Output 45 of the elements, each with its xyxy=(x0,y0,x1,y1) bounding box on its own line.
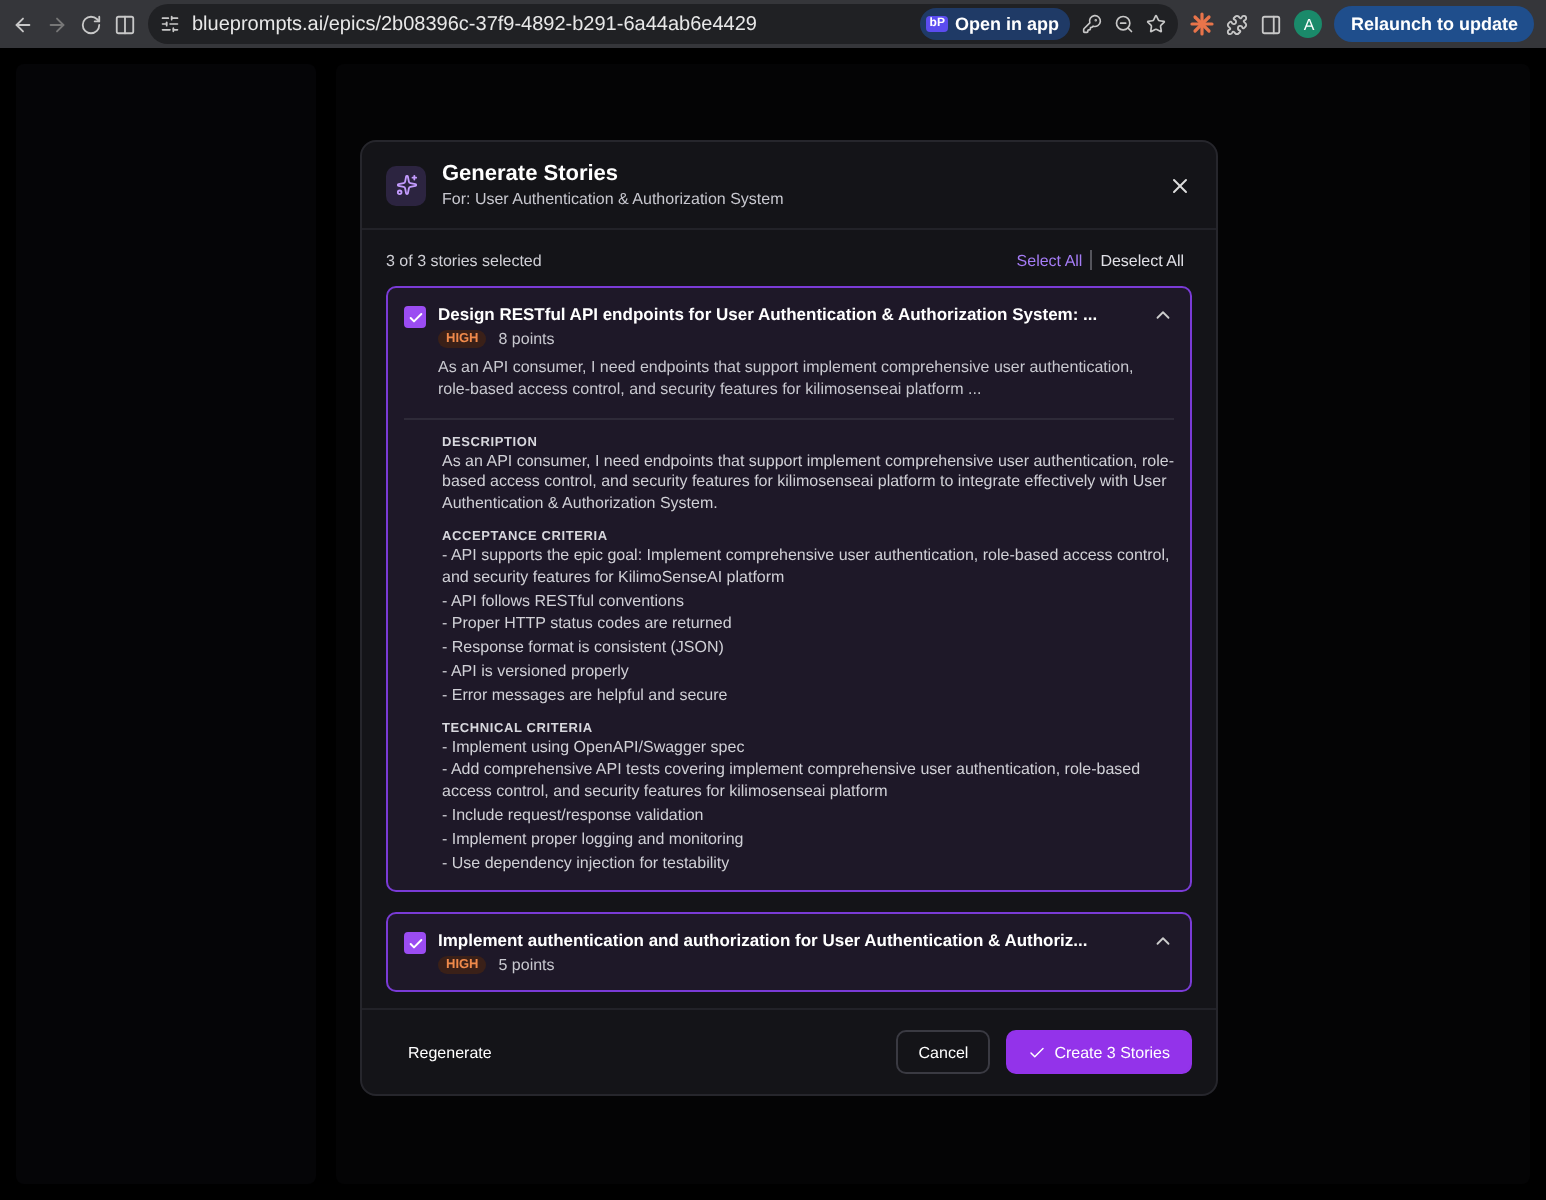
dialog-title: Generate Stories xyxy=(442,162,621,186)
forward-icon[interactable] xyxy=(46,13,68,35)
burst-icon[interactable] xyxy=(1190,12,1215,36)
side-panel-icon[interactable] xyxy=(1260,13,1283,35)
close-icon[interactable] xyxy=(1168,173,1192,197)
split-view-icon[interactable] xyxy=(114,13,136,35)
regenerate-button[interactable]: Regenerate xyxy=(386,1030,514,1075)
deselect-all-link[interactable]: Deselect All xyxy=(1092,251,1192,269)
create-stories-button[interactable]: Create 3 Stories xyxy=(1006,1030,1192,1075)
criteria-item: - Include request/response validation xyxy=(442,805,706,828)
selection-count: 3 of 3 stories selected xyxy=(386,251,544,269)
story-checkbox[interactable] xyxy=(404,306,426,328)
story-title: Implement authentication and authorization for User Authentication & Authoriz... xyxy=(438,930,1090,951)
dialog-subtitle: For: User Authentication & Authorization System xyxy=(442,190,786,208)
extensions-icon[interactable] xyxy=(1226,13,1249,35)
story-points: 5 points xyxy=(498,956,555,975)
check-icon xyxy=(407,309,423,325)
story-title: Design RESTful API endpoints for User Authentication & Authorization System: ... xyxy=(438,304,1100,324)
cancel-button[interactable]: Cancel xyxy=(896,1030,991,1075)
zoom-icon[interactable] xyxy=(1114,14,1135,34)
sparkles-icon xyxy=(386,165,426,205)
criteria-item: - Proper HTTP status codes are returned xyxy=(442,614,734,637)
story-checkbox[interactable] xyxy=(404,932,426,955)
site-settings-icon[interactable] xyxy=(160,14,180,34)
story-points: 8 points xyxy=(498,330,555,348)
description-text: As an API consumer, I need endpoints that support implement comprehensive user authentication, role-based access control, and security features for kilimosenseai platform to integrate effectively with User Authentication & Authorization System. xyxy=(442,451,1174,516)
profile-avatar[interactable]: A xyxy=(1294,10,1323,38)
key-icon[interactable] xyxy=(1082,14,1103,34)
criteria-item: - API is versioned properly xyxy=(442,661,631,684)
criteria-item: - API supports the epic goal: Implement comprehensive user authentication, role-based access control, and security features for KilimoSenseAI platform xyxy=(442,545,1172,590)
criteria-item: - Implement proper logging and monitoring xyxy=(442,829,746,852)
relaunch-button[interactable]: Relaunch to update xyxy=(1334,6,1534,42)
back-icon[interactable] xyxy=(12,13,34,35)
criteria-item: - API follows RESTful conventions xyxy=(442,591,686,613)
check-icon xyxy=(407,935,423,952)
check-icon xyxy=(1028,1043,1047,1062)
criteria-item: - Error messages are helpful and secure xyxy=(442,685,730,708)
criteria-item: - Response format is consistent (JSON) xyxy=(442,638,726,660)
criteria-item: - Add comprehensive API tests covering implement comprehensive user authentication, role-based access control, and security features for kilimosenseai platform xyxy=(442,760,1143,804)
story-summary: As an API consumer, I need endpoints that support implement comprehensive user authentication, role-based access control, and security features for kilimosenseai platform ... xyxy=(438,358,1136,402)
criteria-item: - Use dependency injection for testability xyxy=(442,853,732,875)
select-all-link[interactable]: Select All xyxy=(1008,251,1091,269)
bookmark-star-icon[interactable] xyxy=(1146,14,1167,34)
reload-icon[interactable] xyxy=(80,13,102,35)
criteria-item: - Implement using OpenAPI/Swagger spec xyxy=(442,737,747,759)
